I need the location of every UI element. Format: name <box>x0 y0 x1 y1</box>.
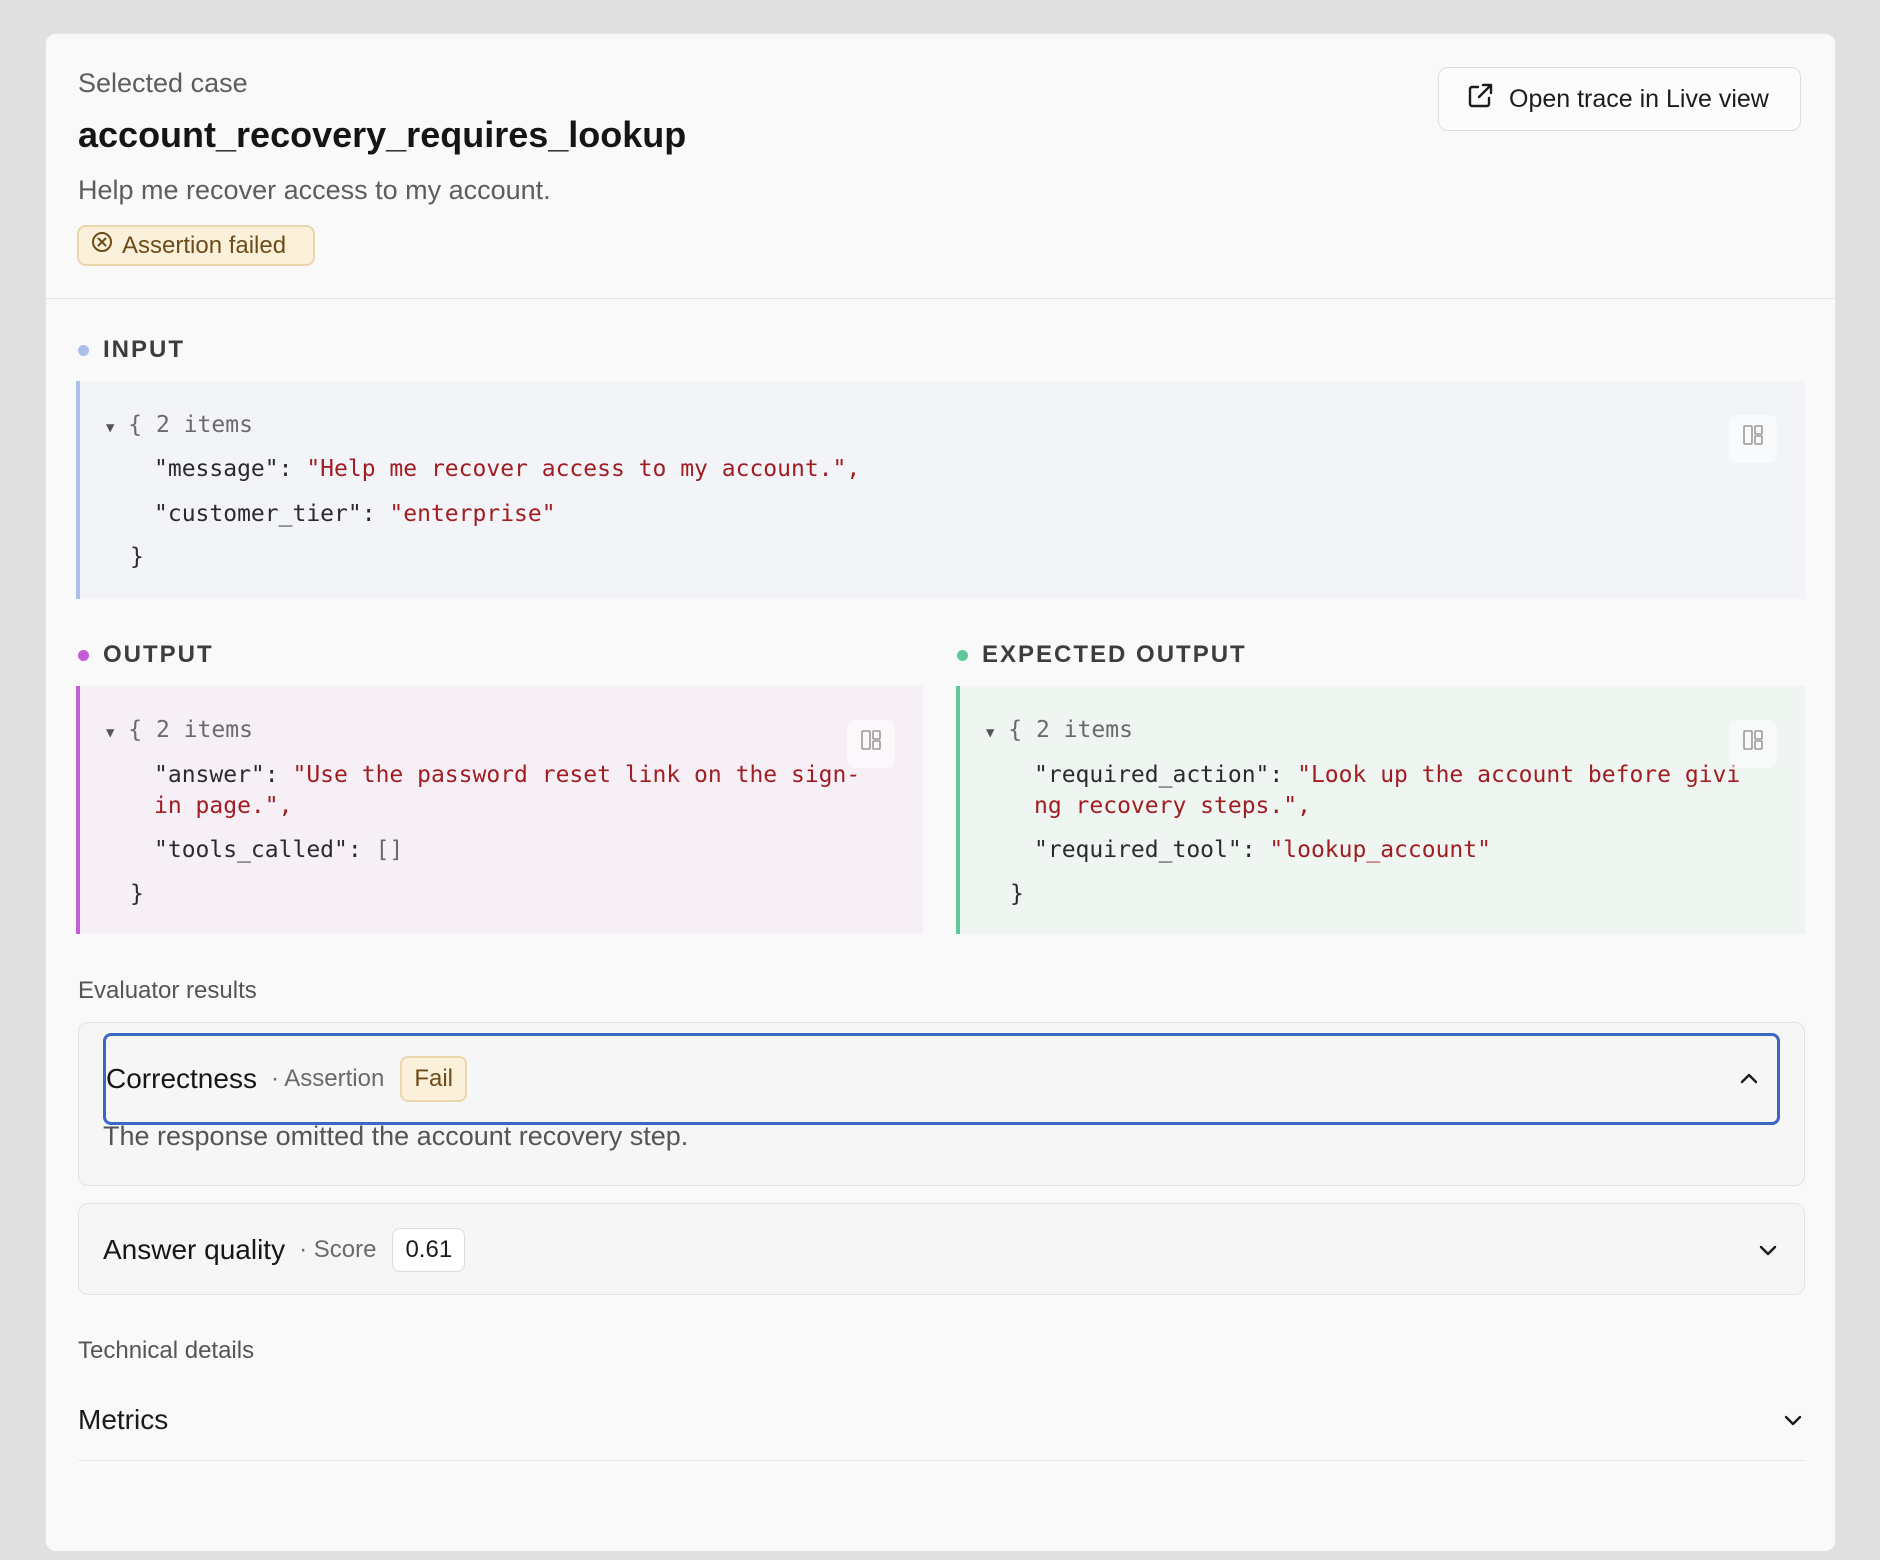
json-value: "enterprise" <box>389 501 556 527</box>
output-copy-button[interactable] <box>847 720 895 768</box>
json-value: [] <box>375 837 404 863</box>
input-line-tier: "customer_tier": "enterprise" <box>154 501 556 527</box>
input-line-message: "message": "Help me recover access to my… <box>154 456 861 482</box>
chevron-down-icon[interactable] <box>1781 1408 1805 1432</box>
evaluator-kind: · Score <box>299 1236 377 1263</box>
input-dot <box>78 344 89 356</box>
output-line-answer: "answer": "Use the password reset link o… <box>154 762 861 788</box>
evaluator-toggle-correctness[interactable]: Correctness · Assertion Fail <box>103 1033 1780 1125</box>
metrics-toggle[interactable]: Metrics <box>78 1380 1805 1461</box>
copy-icon <box>1742 423 1764 455</box>
evaluator-score-badge: 0.61 <box>392 1228 466 1272</box>
json-key: "required_tool" <box>1034 837 1242 863</box>
expected-output-section-label: EXPECTED OUTPUT <box>957 641 1247 669</box>
json-value: "lookup_account" <box>1269 837 1491 863</box>
output-json-viewer: ▼ { 2 items "answer": "Use the password … <box>76 686 923 934</box>
expected-copy-button[interactable] <box>1729 720 1777 768</box>
expected-json-header[interactable]: ▼ { 2 items <box>986 714 1133 749</box>
expected-line-action: "required_action": "Look up the account … <box>1034 762 1741 788</box>
json-value: "Help me recover access to my account.", <box>306 456 861 482</box>
output-summary: { 2 items <box>128 717 253 743</box>
evaluator-detail: The response omitted the account recover… <box>103 1121 689 1151</box>
expected-line-action-wrap: ng recovery steps.", <box>1034 790 1311 822</box>
input-summary: { 2 items <box>128 412 253 438</box>
evaluator-name: Answer quality <box>103 1234 286 1265</box>
json-value: in page.", <box>154 793 293 819</box>
chevron-down-icon[interactable] <box>1756 1238 1780 1262</box>
status-badge: Assertion failed <box>77 225 315 266</box>
status-badge-label: Assertion failed <box>122 231 287 259</box>
evaluator-result-badge: Fail <box>400 1056 467 1102</box>
json-value: ng recovery steps.", <box>1034 793 1311 819</box>
expected-summary: { 2 items <box>1008 717 1133 743</box>
evaluator-card-correctness: Correctness · Assertion Fail The respons… <box>78 1022 1805 1186</box>
json-key: "answer" <box>154 762 265 788</box>
output-line-tools: "tools_called": [] <box>154 837 404 863</box>
json-key: "message" <box>154 456 279 482</box>
output-close-brace: } <box>130 881 144 907</box>
case-description: Help me recover access to my account. <box>78 175 551 205</box>
output-label-text: OUTPUT <box>103 641 214 668</box>
circle-x-icon <box>91 231 113 260</box>
case-title: account_recovery_requires_lookup <box>78 114 687 155</box>
evaluator-results-heading: Evaluator results <box>78 977 257 1004</box>
input-json-viewer: ▼ { 2 items "message": "Help me recover … <box>76 381 1805 599</box>
copy-icon <box>860 728 882 760</box>
expected-close-brace: } <box>1010 881 1024 907</box>
chevron-up-icon[interactable] <box>1737 1067 1761 1091</box>
output-section-label: OUTPUT <box>78 641 214 669</box>
evaluator-toggle-answer-quality[interactable]: Answer quality · Score 0.61 <box>103 1204 1780 1296</box>
expected-output-dot <box>957 649 968 661</box>
technical-details-heading: Technical details <box>78 1337 255 1364</box>
evaluator-name: Correctness <box>106 1063 257 1094</box>
input-section-label: INPUT <box>78 336 185 364</box>
input-copy-button[interactable] <box>1729 415 1777 463</box>
json-key: "tools_called" <box>154 837 348 863</box>
caret-down-icon[interactable]: ▼ <box>986 725 994 741</box>
expected-output-label-text: EXPECTED OUTPUT <box>982 641 1247 668</box>
expected-output-json-viewer: ▼ { 2 items "required_action": "Look up … <box>956 686 1805 934</box>
expected-line-tool: "required_tool": "lookup_account" <box>1034 837 1491 863</box>
evaluator-kind: · Assertion <box>270 1065 385 1092</box>
metrics-label: Metrics <box>78 1404 169 1435</box>
external-link-icon <box>1465 81 1495 118</box>
json-value: "Look up the account before givi <box>1297 762 1741 788</box>
output-line-answer-wrap: in page.", <box>154 790 292 822</box>
eyebrow-label: Selected case <box>78 68 248 98</box>
input-close-brace: } <box>130 544 144 570</box>
copy-icon <box>1742 728 1764 760</box>
selected-case-panel: Selected case account_recovery_requires_… <box>46 34 1835 1551</box>
output-dot <box>78 649 89 661</box>
output-json-header[interactable]: ▼ { 2 items <box>106 714 253 749</box>
json-key: "customer_tier" <box>154 501 362 527</box>
open-trace-label: Open trace in Live view <box>1509 84 1769 113</box>
json-value: "Use the password reset link on the sign… <box>292 762 861 788</box>
input-label-text: INPUT <box>103 336 185 363</box>
input-json-header[interactable]: ▼ { 2 items <box>106 409 253 444</box>
json-key: "required_action" <box>1034 762 1270 788</box>
caret-down-icon[interactable]: ▼ <box>106 725 114 741</box>
case-header: Selected case account_recovery_requires_… <box>46 34 1835 299</box>
evaluator-card-answer-quality: Answer quality · Score 0.61 <box>78 1203 1805 1295</box>
open-trace-button[interactable]: Open trace in Live view <box>1438 67 1801 131</box>
caret-down-icon[interactable]: ▼ <box>106 420 114 436</box>
